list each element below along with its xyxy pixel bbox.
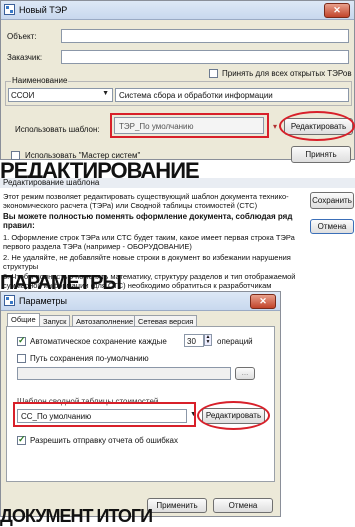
edit-template-title: Редактирование шаблона [0,178,355,188]
autosave-unit: операций [217,337,253,346]
app-icon [4,295,15,306]
close-icon[interactable]: ✕ [250,294,276,309]
new-ter-title: Новый ТЭР [19,5,68,15]
parameters-titlebar: Параметры ✕ [1,292,280,311]
autosave-count-input[interactable]: 30 [184,334,204,347]
summary-edit-highlight [197,401,270,430]
naming-text-field[interactable]: Система сбора и обработки информации [115,88,349,102]
browse-button[interactable]: ... [235,367,255,380]
summary-template-highlight [13,402,196,427]
object-input[interactable] [61,29,349,43]
tab-autofill[interactable]: Автозаполнение [72,315,138,326]
save-path-checkbox[interactable] [17,354,26,363]
autosave-count-value: 30 [187,337,196,346]
parameters-window: Параметры ✕ Общие Запуск Автозаполнение … [0,291,281,517]
autosave-spinner[interactable]: ▲ ▼ [204,334,212,346]
apply-button[interactable]: Применить [147,498,207,513]
save-path-input[interactable] [17,367,231,380]
template-highlight [110,113,269,138]
parameters-title: Параметры [19,296,67,306]
template-label: Использовать шаблон: [15,125,100,134]
customer-label: Заказчик: [7,53,43,62]
chevron-down-icon: ▾ [273,122,278,131]
new-ter-window: Новый ТЭР ✕ Объект: Заказчик: Принять дл… [0,0,355,163]
autosave-checkbox[interactable] [17,335,26,346]
apply-all-checkbox[interactable] [209,69,218,78]
rule-2: 2. Не удаляйте, не добавляйте новые стро… [3,253,291,271]
save-button[interactable]: Сохранить [310,192,354,209]
customer-input[interactable] [61,50,349,64]
close-icon[interactable]: ✕ [324,3,350,18]
accept-button[interactable]: Принять [291,146,351,163]
intro-text: Этот режим позволяет редактировать сущес… [3,192,289,210]
apply-all-label: Принять для всех открытых ТЭРов [222,69,352,78]
naming-group-label: Наименование [11,76,69,85]
chevron-down-icon: ▼ [102,90,109,97]
edit-button-highlight [279,111,355,141]
cancel-params-button[interactable]: Отмена [213,498,273,513]
new-ter-titlebar: Новый ТЭР ✕ [1,1,354,20]
rule-1: 1. Оформление строк ТЭРа или СТС будет т… [3,233,295,251]
naming-code-value: ССОИ [11,91,35,100]
error-report-label: Разрешить отправку отчета об ошибках [30,436,178,445]
autosave-label: Автоматическое сохранение каждые [30,337,167,346]
error-report-checkbox[interactable] [17,434,26,445]
app-icon [4,4,15,15]
rules-heading: Вы можете полностью поменять оформление … [3,212,293,230]
naming-code-select[interactable]: ССОИ ▼ [8,88,113,102]
tab-startup[interactable]: Запуск [39,315,71,326]
naming-text-value: Система сбора и обработки информации [119,91,273,100]
save-path-label: Путь сохранения по-умолчанию [30,354,149,363]
edit-template-window: Редактирование шаблона Этот режим позвол… [0,178,355,290]
object-label: Объект: [7,32,37,41]
cancel-button[interactable]: Отмена [310,219,354,234]
tab-network[interactable]: Сетевая версия [134,315,198,326]
tab-general[interactable]: Общие [7,313,40,326]
